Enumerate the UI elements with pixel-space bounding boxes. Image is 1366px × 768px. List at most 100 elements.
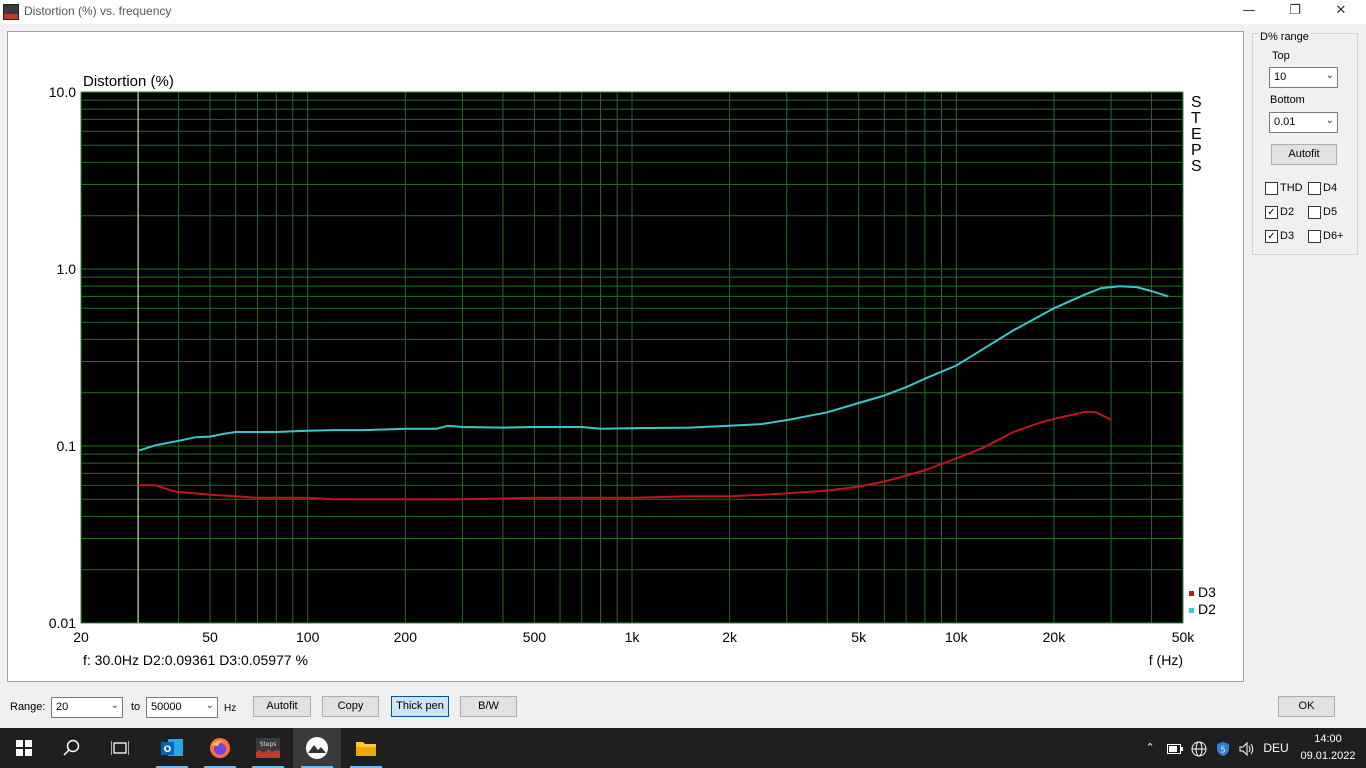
to-label: to [131, 701, 141, 713]
range-group-title: D% range [1258, 31, 1311, 43]
x-tick-label: 500 [523, 629, 547, 645]
x-tick-label: 200 [394, 629, 418, 645]
watermark-letter: T [1191, 110, 1201, 127]
legend-label: D3 [1198, 584, 1216, 600]
firefox-icon [210, 738, 230, 758]
language-indicator[interactable]: DEU [1261, 728, 1291, 768]
checkbox-d2[interactable]: ✓ [1265, 206, 1278, 219]
top-select[interactable]: 10 ⌄ [1269, 67, 1338, 88]
taskbar-firefox[interactable] [196, 728, 244, 768]
checkbox-d3[interactable]: ✓ [1265, 230, 1278, 243]
title-bar[interactable]: Distortion (%) vs. frequency — ❐ ✕ [0, 0, 1366, 24]
chevron-down-icon: ⌄ [110, 700, 119, 711]
y-tick-label: 1.0 [57, 261, 77, 277]
chart-title: Distortion (%) [83, 73, 174, 90]
task-view-button[interactable] [96, 728, 144, 768]
copy-button[interactable]: Copy [322, 696, 379, 717]
autofit-button[interactable]: Autofit [253, 696, 311, 717]
chevron-up-icon[interactable]: ⌃ [1141, 728, 1159, 768]
checkbox-label: D3 [1280, 230, 1295, 242]
app-window: Distortion (%) vs. frequency — ❐ ✕ 20 50 1… [0, 0, 1366, 728]
range-from-select[interactable]: 20 ⌄ [51, 697, 123, 718]
chevron-down-icon: ⌄ [1325, 70, 1334, 81]
checkbox-d6plus[interactable] [1308, 230, 1321, 243]
clock-time: 14:00 [1314, 733, 1342, 745]
cursor-readout: f: 30.0Hz D2:0.09361 D3:0.05977 % [83, 652, 308, 668]
search-button[interactable] [48, 728, 96, 768]
top-select-value: 10 [1274, 71, 1287, 83]
panel-autofit-button[interactable]: Autofit [1271, 144, 1337, 165]
globe-icon[interactable] [1189, 728, 1209, 768]
steps-app-icon: Steps [256, 738, 280, 758]
search-icon [63, 739, 80, 756]
distortion-chart[interactable]: 20 50 100 200 500 1k 2k 5k 10k 20k 50k 0.01 0.1 1.0 10… [8, 32, 1245, 683]
y-tick-label: 0.1 [57, 438, 77, 454]
svg-text:Steps: Steps [260, 741, 277, 748]
x-tick-label: 10k [945, 629, 969, 645]
battery-icon[interactable] [1165, 728, 1185, 768]
x-tick-label: 5k [851, 629, 867, 645]
speaker-icon[interactable] [1237, 728, 1257, 768]
range-to-select[interactable]: 50000 ⌄ [146, 697, 218, 718]
hz-label: Hz [224, 703, 237, 714]
chevron-down-icon: ⌄ [1325, 115, 1334, 126]
taskbar-outlook[interactable]: O [148, 728, 196, 768]
x-tick-label: 20 [73, 629, 89, 645]
bw-button[interactable]: B/W [460, 696, 517, 717]
x-tick-label: 100 [296, 629, 320, 645]
checkbox-label: D5 [1323, 206, 1338, 218]
window-title: Distortion (%) vs. frequency [24, 4, 172, 18]
thick-pen-button[interactable]: Thick pen [391, 696, 449, 717]
bottom-select-value: 0.01 [1274, 116, 1296, 128]
shield-icon[interactable]: 5 [1213, 728, 1233, 768]
taskbar-explorer[interactable] [342, 728, 390, 768]
svg-text:O: O [164, 745, 172, 755]
range-label: Range: [10, 701, 46, 713]
close-button[interactable]: ✕ [1318, 0, 1364, 24]
bottom-select[interactable]: 0.01 ⌄ [1269, 112, 1338, 133]
outlook-icon: O [161, 739, 183, 756]
x-tick-label: 20k [1043, 629, 1067, 645]
plot-area[interactable]: 20 50 100 200 500 1k 2k 5k 10k 20k 50k 0.01 0.1 1.0 10… [7, 31, 1244, 682]
folder-icon [356, 742, 376, 756]
checkbox-d4[interactable] [1308, 182, 1321, 195]
legend-label: D2 [1198, 601, 1216, 617]
taskbar-active-app[interactable] [293, 728, 341, 768]
legend-swatch [1189, 591, 1194, 596]
clock-date: 09.01.2022 [1300, 750, 1356, 762]
checkbox-label: D2 [1280, 206, 1295, 218]
top-label: Top [1272, 50, 1290, 62]
chart-app-icon [306, 737, 328, 759]
checkbox-label: D4 [1323, 182, 1338, 194]
minimize-button[interactable]: — [1226, 0, 1272, 24]
maximize-button[interactable]: ❐ [1272, 0, 1318, 24]
x-tick-label: 2k [722, 629, 738, 645]
legend-swatch [1189, 608, 1194, 613]
taskbar-steps[interactable]: Steps [244, 728, 292, 768]
watermark-letter: E [1191, 126, 1202, 143]
chevron-down-icon: ⌄ [205, 700, 214, 711]
bottom-label: Bottom [1270, 94, 1305, 106]
x-tick-label: 50k [1172, 629, 1196, 645]
taskbar: O Steps ⌃ 5 DEU 14:00 09.01.2022 [0, 728, 1366, 768]
clock[interactable]: 14:00 09.01.2022 [1296, 731, 1360, 765]
watermark-letter: P [1191, 142, 1202, 159]
watermark-letter: S [1191, 158, 1202, 175]
start-button[interactable] [0, 728, 48, 768]
checkbox-d5[interactable] [1308, 206, 1321, 219]
app-icon [3, 4, 19, 20]
checkbox-thd[interactable] [1265, 182, 1278, 195]
y-tick-label: 0.01 [49, 615, 76, 631]
tray-badge: 5 [1220, 745, 1225, 754]
range-from-value: 20 [56, 701, 69, 713]
windows-logo-icon [16, 740, 32, 756]
checkbox-label: THD [1280, 182, 1303, 194]
x-tick-label: 1k [625, 629, 641, 645]
ok-button[interactable]: OK [1278, 696, 1335, 717]
range-to-value: 50000 [151, 701, 182, 713]
task-view-icon [111, 741, 129, 755]
y-tick-label: 10.0 [49, 84, 76, 100]
watermark-letter: S [1191, 94, 1202, 111]
checkbox-label: D6+ [1323, 230, 1344, 242]
x-tick-label: 50 [202, 629, 218, 645]
